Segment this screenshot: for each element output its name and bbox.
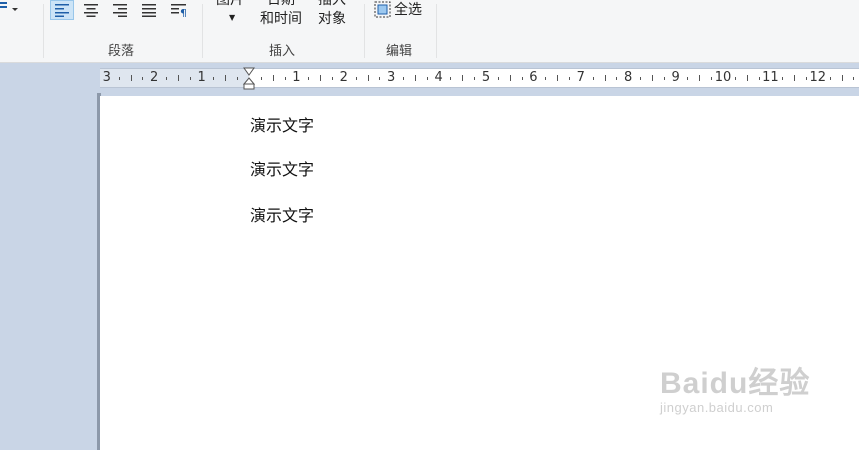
ruler-tick — [367, 75, 369, 81]
ruler-tick — [414, 75, 416, 81]
align-center-button[interactable] — [79, 0, 103, 20]
ruler-tick — [118, 76, 120, 80]
ruler-number: 9 — [671, 70, 680, 85]
ruler-tick — [130, 75, 132, 81]
align-left-button[interactable] — [50, 0, 74, 20]
group-label-edit: 编辑 — [385, 44, 412, 59]
ruler-tick — [426, 76, 428, 80]
ruler-tick — [711, 76, 713, 80]
horizontal-ruler[interactable]: 3 2 1 1 2 3 4 5 6 7 8 9 10 11 12 — [100, 67, 859, 91]
align-right-icon — [113, 4, 127, 17]
ruler-tick — [782, 76, 784, 80]
ruler-number: 6 — [529, 70, 538, 85]
ruler-tick — [640, 76, 642, 80]
ruler-tick — [272, 75, 274, 81]
picture-dropdown-icon[interactable]: ▼ — [229, 13, 235, 22]
ruler-tick — [841, 75, 843, 81]
document-line[interactable]: 演示文字 — [250, 156, 314, 180]
ruler-tick — [142, 76, 144, 80]
ruler-tick — [331, 76, 333, 80]
group-label-insert: 插入 — [268, 44, 295, 59]
ruler-tick — [758, 76, 760, 80]
ruler-tick — [166, 76, 168, 80]
ruler-number: 11 — [762, 70, 779, 85]
ruler-tick — [308, 76, 310, 80]
ruler-tick — [355, 76, 357, 80]
select-all-icon — [374, 1, 391, 17]
ruler-tick — [284, 76, 286, 80]
select-all-label: 全选 — [394, 2, 422, 18]
picture-button-label[interactable]: 图片 — [212, 0, 248, 10]
ruler-tick — [592, 76, 594, 80]
ruler-tick — [616, 76, 618, 80]
ruler-tick — [462, 75, 464, 81]
ruler-left-margin — [100, 69, 249, 87]
ruler-tick — [521, 76, 523, 80]
justify-icon — [142, 4, 156, 17]
group-separator — [202, 4, 203, 58]
ruler-tick — [474, 76, 476, 80]
paragraph-icon: ¶ — [171, 4, 187, 17]
ruler-number: 7 — [576, 70, 585, 85]
ruler-tick — [403, 76, 405, 80]
insert-object-button-label-bottom[interactable]: 对象 — [312, 9, 352, 29]
ruler-number: 1 — [292, 70, 301, 85]
ruler-tick — [237, 76, 239, 80]
bullets-dropdown-icon[interactable] — [0, 0, 22, 18]
ruler-tick — [687, 76, 689, 80]
align-right-button[interactable] — [108, 0, 132, 20]
ruler-tick — [260, 76, 262, 80]
ruler-tick — [320, 75, 322, 81]
group-separator — [436, 4, 437, 58]
ruler-tick — [379, 76, 381, 80]
ruler-tick — [746, 75, 748, 81]
group-separator — [43, 4, 44, 58]
document-line[interactable]: 演示文字 — [250, 112, 314, 136]
ruler-tick — [497, 76, 499, 80]
ribbon: ¶ 段落 图片 ▼ 日期 和时间 插入 对象 插入 全选 编辑 — [0, 0, 859, 63]
ruler-number: 1 — [197, 70, 206, 85]
ruler-tick — [651, 75, 653, 81]
ruler-tick — [829, 76, 831, 80]
ruler-tick — [509, 75, 511, 81]
ruler-tick — [545, 76, 547, 80]
ruler-tick — [177, 75, 179, 81]
watermark-url: jingyan.baidu.com — [660, 400, 774, 415]
ruler-tick — [663, 76, 665, 80]
ruler-number: 3 — [102, 70, 111, 85]
ruler-number: 2 — [339, 70, 348, 85]
paragraph-button[interactable]: ¶ — [167, 0, 191, 20]
ruler-tick — [225, 75, 227, 81]
group-separator — [364, 4, 365, 58]
group-label-paragraph: 段落 — [107, 44, 134, 59]
ruler-tick — [734, 76, 736, 80]
ruler-number: 5 — [481, 70, 491, 85]
ruler-number: 8 — [624, 70, 633, 85]
align-left-icon — [55, 4, 69, 17]
ruler-tick — [805, 76, 807, 80]
ruler-number: 2 — [150, 70, 159, 85]
ruler-tick — [568, 76, 570, 80]
ruler-number: 10 — [714, 70, 732, 85]
ruler-tick — [557, 75, 559, 81]
ruler-tick — [699, 75, 701, 81]
ruler-number: 12 — [809, 70, 827, 85]
ruler-tick — [604, 75, 606, 81]
ruler-tick — [450, 76, 452, 80]
watermark-logo-text: Baidu经验 — [660, 367, 811, 400]
ruler-tick — [853, 76, 855, 80]
ruler-tick — [794, 75, 796, 81]
align-center-icon — [84, 4, 98, 17]
ruler-tick — [213, 76, 215, 80]
svg-text:¶: ¶ — [180, 7, 187, 17]
datetime-button-label-bottom[interactable]: 和时间 — [256, 9, 306, 29]
ruler-tick — [189, 76, 191, 80]
ruler-number: 3 — [387, 70, 396, 85]
select-all-button[interactable]: 全选 — [374, 0, 422, 18]
indent-marker-icon[interactable] — [243, 67, 255, 91]
ruler-number: 4 — [434, 70, 443, 85]
baidu-watermark: Baidu经验 jingyan.baidu.com — [660, 358, 810, 415]
justify-button[interactable] — [137, 0, 161, 20]
document-line[interactable]: 演示文字 — [250, 202, 314, 226]
